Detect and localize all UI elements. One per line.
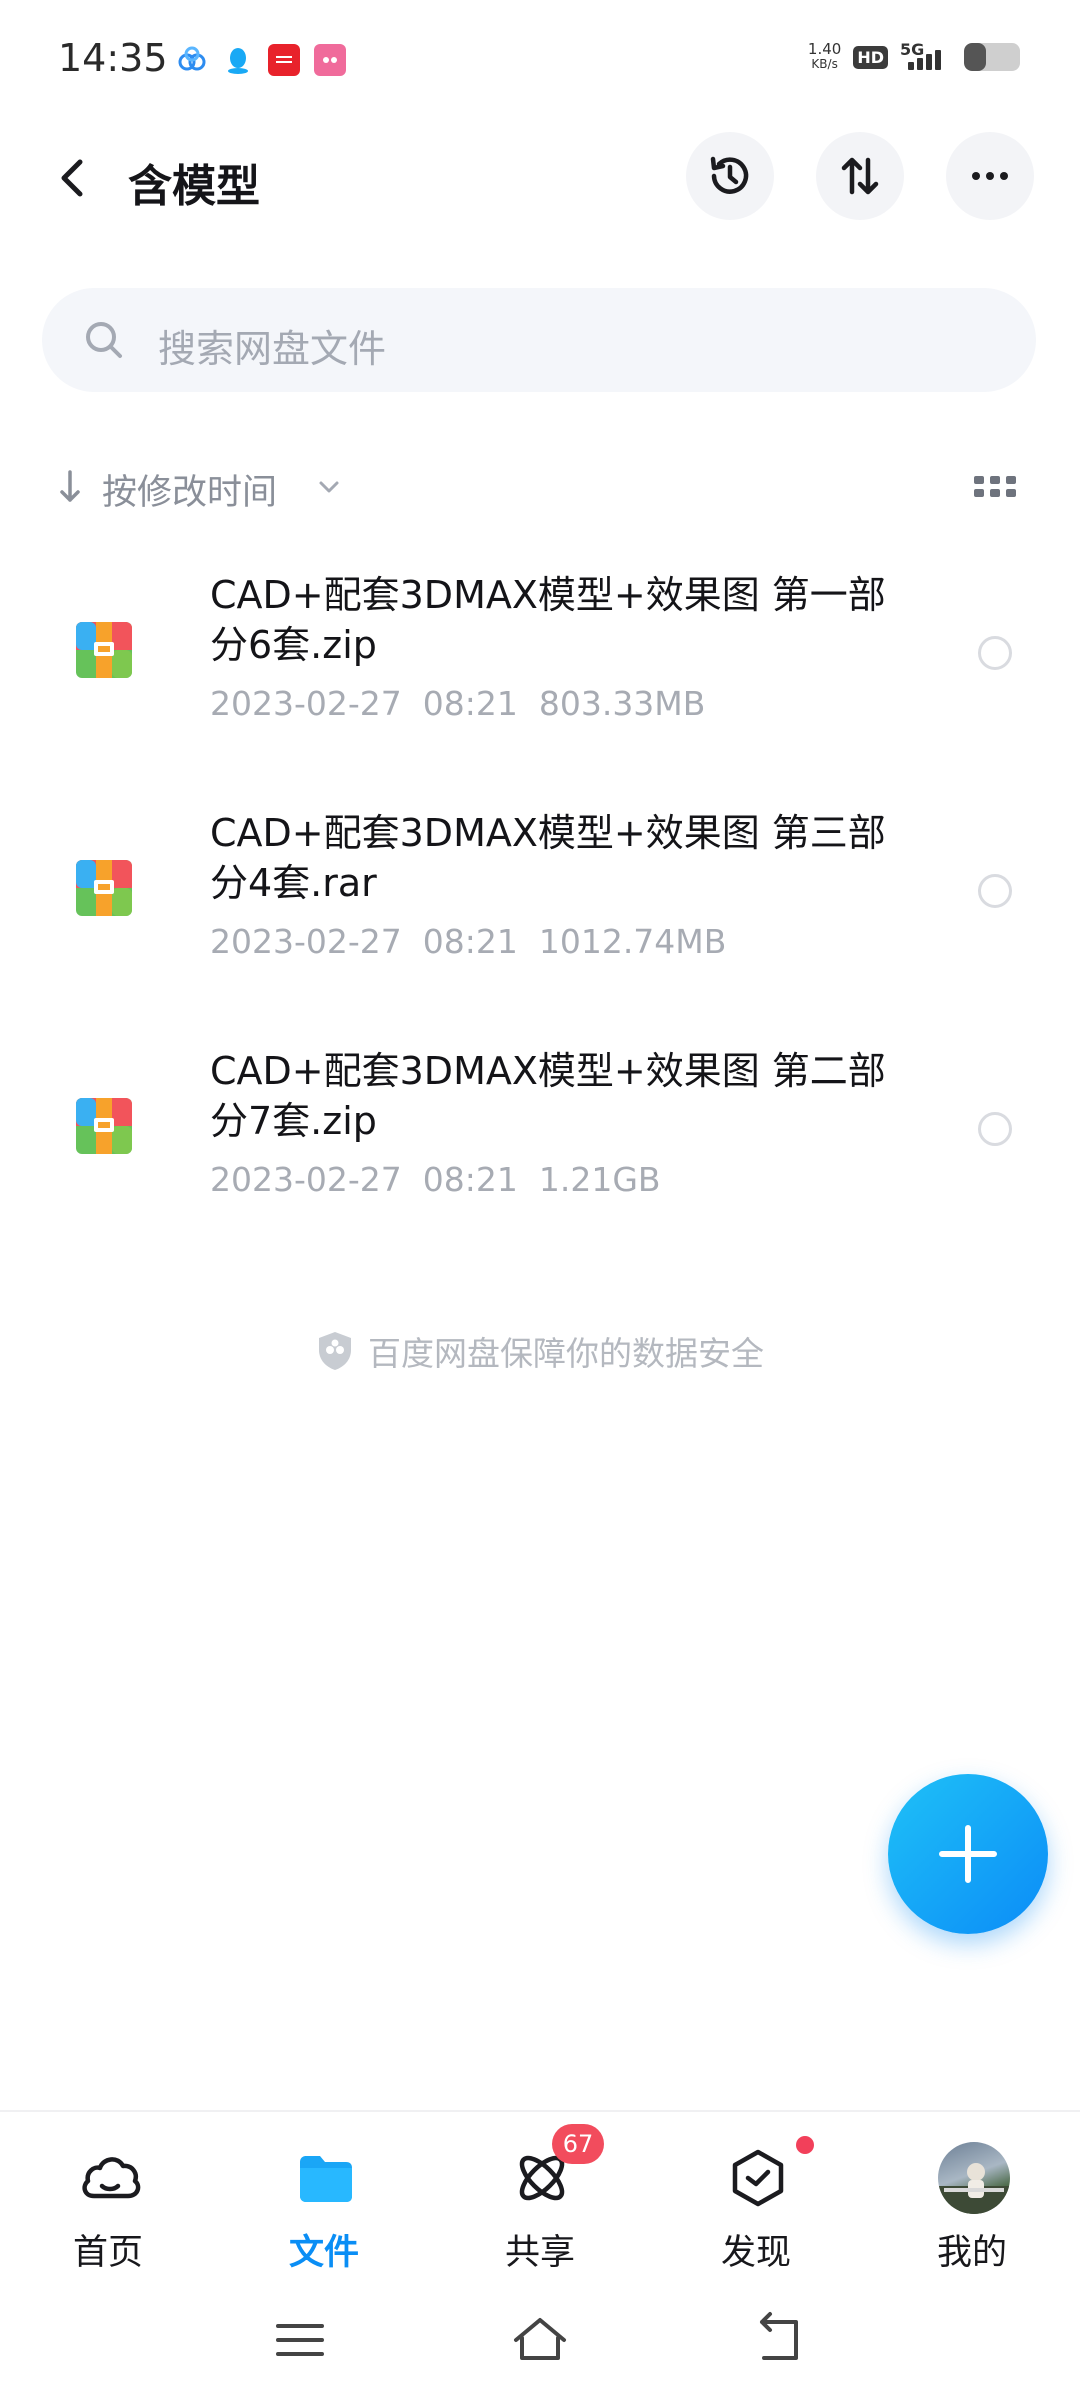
nav-label-profile: 我的: [936, 2233, 1007, 2273]
arrow-down-icon[interactable]: [56, 466, 84, 506]
nav-item-share[interactable]: 67 共享: [460, 2124, 620, 2278]
plus-icon: [939, 1825, 997, 1883]
back-icon[interactable]: [750, 2310, 810, 2370]
file-list-item[interactable]: CAD+配套3DMAX模型+效果图 第三部分4套.rar 2023-02-27 …: [0, 798, 1080, 1036]
app-red-icon: [268, 44, 300, 76]
archive-file-icon: [76, 1098, 132, 1154]
file-meta: 2023-02-27 08:21 1.21GB: [210, 1160, 661, 1199]
history-icon: [710, 156, 749, 194]
shield-icon: [319, 1332, 351, 1370]
sort-bar: 按修改时间: [0, 456, 1080, 516]
nav-item-profile[interactable]: 我的: [892, 2128, 1052, 2278]
nav-label-files: 文件: [288, 2233, 359, 2273]
network-speed-value: 1.40: [807, 40, 842, 58]
archive-file-icon: [76, 860, 132, 916]
more-button[interactable]: [946, 132, 1034, 220]
grid-view-icon[interactable]: [974, 476, 1016, 498]
top-bar: 含模型: [0, 120, 1080, 240]
search-placeholder: 搜索网盘文件: [158, 327, 387, 371]
home-icon[interactable]: [510, 2310, 570, 2370]
notification-dot: [796, 2136, 814, 2154]
nav-label-home: 首页: [72, 2233, 143, 2273]
network-speed-unit: KB/s: [811, 57, 838, 71]
avatar: [938, 2142, 1010, 2214]
back-button[interactable]: [46, 150, 102, 206]
file-name: CAD+配套3DMAX模型+效果图 第二部分7套.zip: [210, 1049, 886, 1143]
add-button[interactable]: [888, 1774, 1048, 1934]
nav-label-discover: 发现: [720, 2233, 791, 2273]
chevron-down-icon[interactable]: [316, 474, 342, 500]
app-pink-icon: [314, 44, 346, 76]
hd-badge: HD: [853, 45, 888, 69]
status-time: 14:35: [58, 36, 168, 80]
nav-item-files[interactable]: 文件: [244, 2128, 404, 2278]
qq-icon: [222, 44, 254, 76]
select-checkbox[interactable]: [978, 874, 1012, 908]
folder-icon: [300, 2156, 352, 2202]
safety-text: 百度网盘保障你的数据安全: [368, 1334, 764, 1373]
page-title: 含模型: [128, 161, 260, 212]
file-meta: 2023-02-27 08:21 803.33MB: [210, 684, 706, 723]
nav-label-share: 共享: [504, 2233, 575, 2273]
discover-box-icon: [732, 2149, 784, 2207]
system-nav-bar: [0, 2290, 1080, 2400]
file-list-item[interactable]: CAD+配套3DMAX模型+效果图 第二部分7套.zip 2023-02-27 …: [0, 1036, 1080, 1274]
file-name: CAD+配套3DMAX模型+效果图 第三部分4套.rar: [210, 811, 886, 905]
avatar-icon: [938, 2163, 1010, 2214]
status-indicators: 1.40 KB/s HD 5G: [808, 40, 1020, 74]
select-checkbox[interactable]: [978, 636, 1012, 670]
status-bar: 14:35 1.40 KB/s HD 5G: [0, 0, 1080, 120]
bottom-nav: 首页 文件 67 共享 发现 我的: [0, 2110, 1080, 2290]
cloud-face-icon: [82, 2157, 141, 2199]
search-input[interactable]: 搜索网盘文件: [42, 288, 1036, 392]
file-list-item[interactable]: CAD+配套3DMAX模型+效果图 第一部分6套.zip 2023-02-27 …: [0, 560, 1080, 798]
select-checkbox[interactable]: [978, 1112, 1012, 1146]
history-button[interactable]: [686, 132, 774, 220]
share-badge: 67: [552, 2124, 604, 2164]
chevron-left-icon: [61, 159, 83, 197]
file-meta: 2023-02-27 08:21 1012.74MB: [210, 922, 727, 961]
transfer-icon: [841, 157, 879, 195]
signal-icon: 5G: [900, 40, 952, 74]
archive-file-icon: [76, 622, 132, 678]
menu-icon[interactable]: [270, 2310, 330, 2370]
battery-icon: [964, 43, 1020, 71]
safety-note: 百度网盘保障你的数据安全: [0, 1326, 1080, 1376]
sort-button[interactable]: 按修改时间: [102, 464, 277, 515]
nav-item-home[interactable]: 首页: [28, 2128, 188, 2278]
search-icon: [86, 322, 122, 358]
file-name: CAD+配套3DMAX模型+效果图 第一部分6套.zip: [210, 573, 886, 667]
status-app-icons: [176, 44, 346, 76]
transfer-button[interactable]: [816, 132, 904, 220]
more-icon: [972, 172, 1008, 180]
network-speed: 1.40 KB/s: [808, 42, 841, 72]
nav-item-discover[interactable]: 发现: [676, 2128, 836, 2278]
baidu-netdisk-icon: [176, 44, 208, 76]
